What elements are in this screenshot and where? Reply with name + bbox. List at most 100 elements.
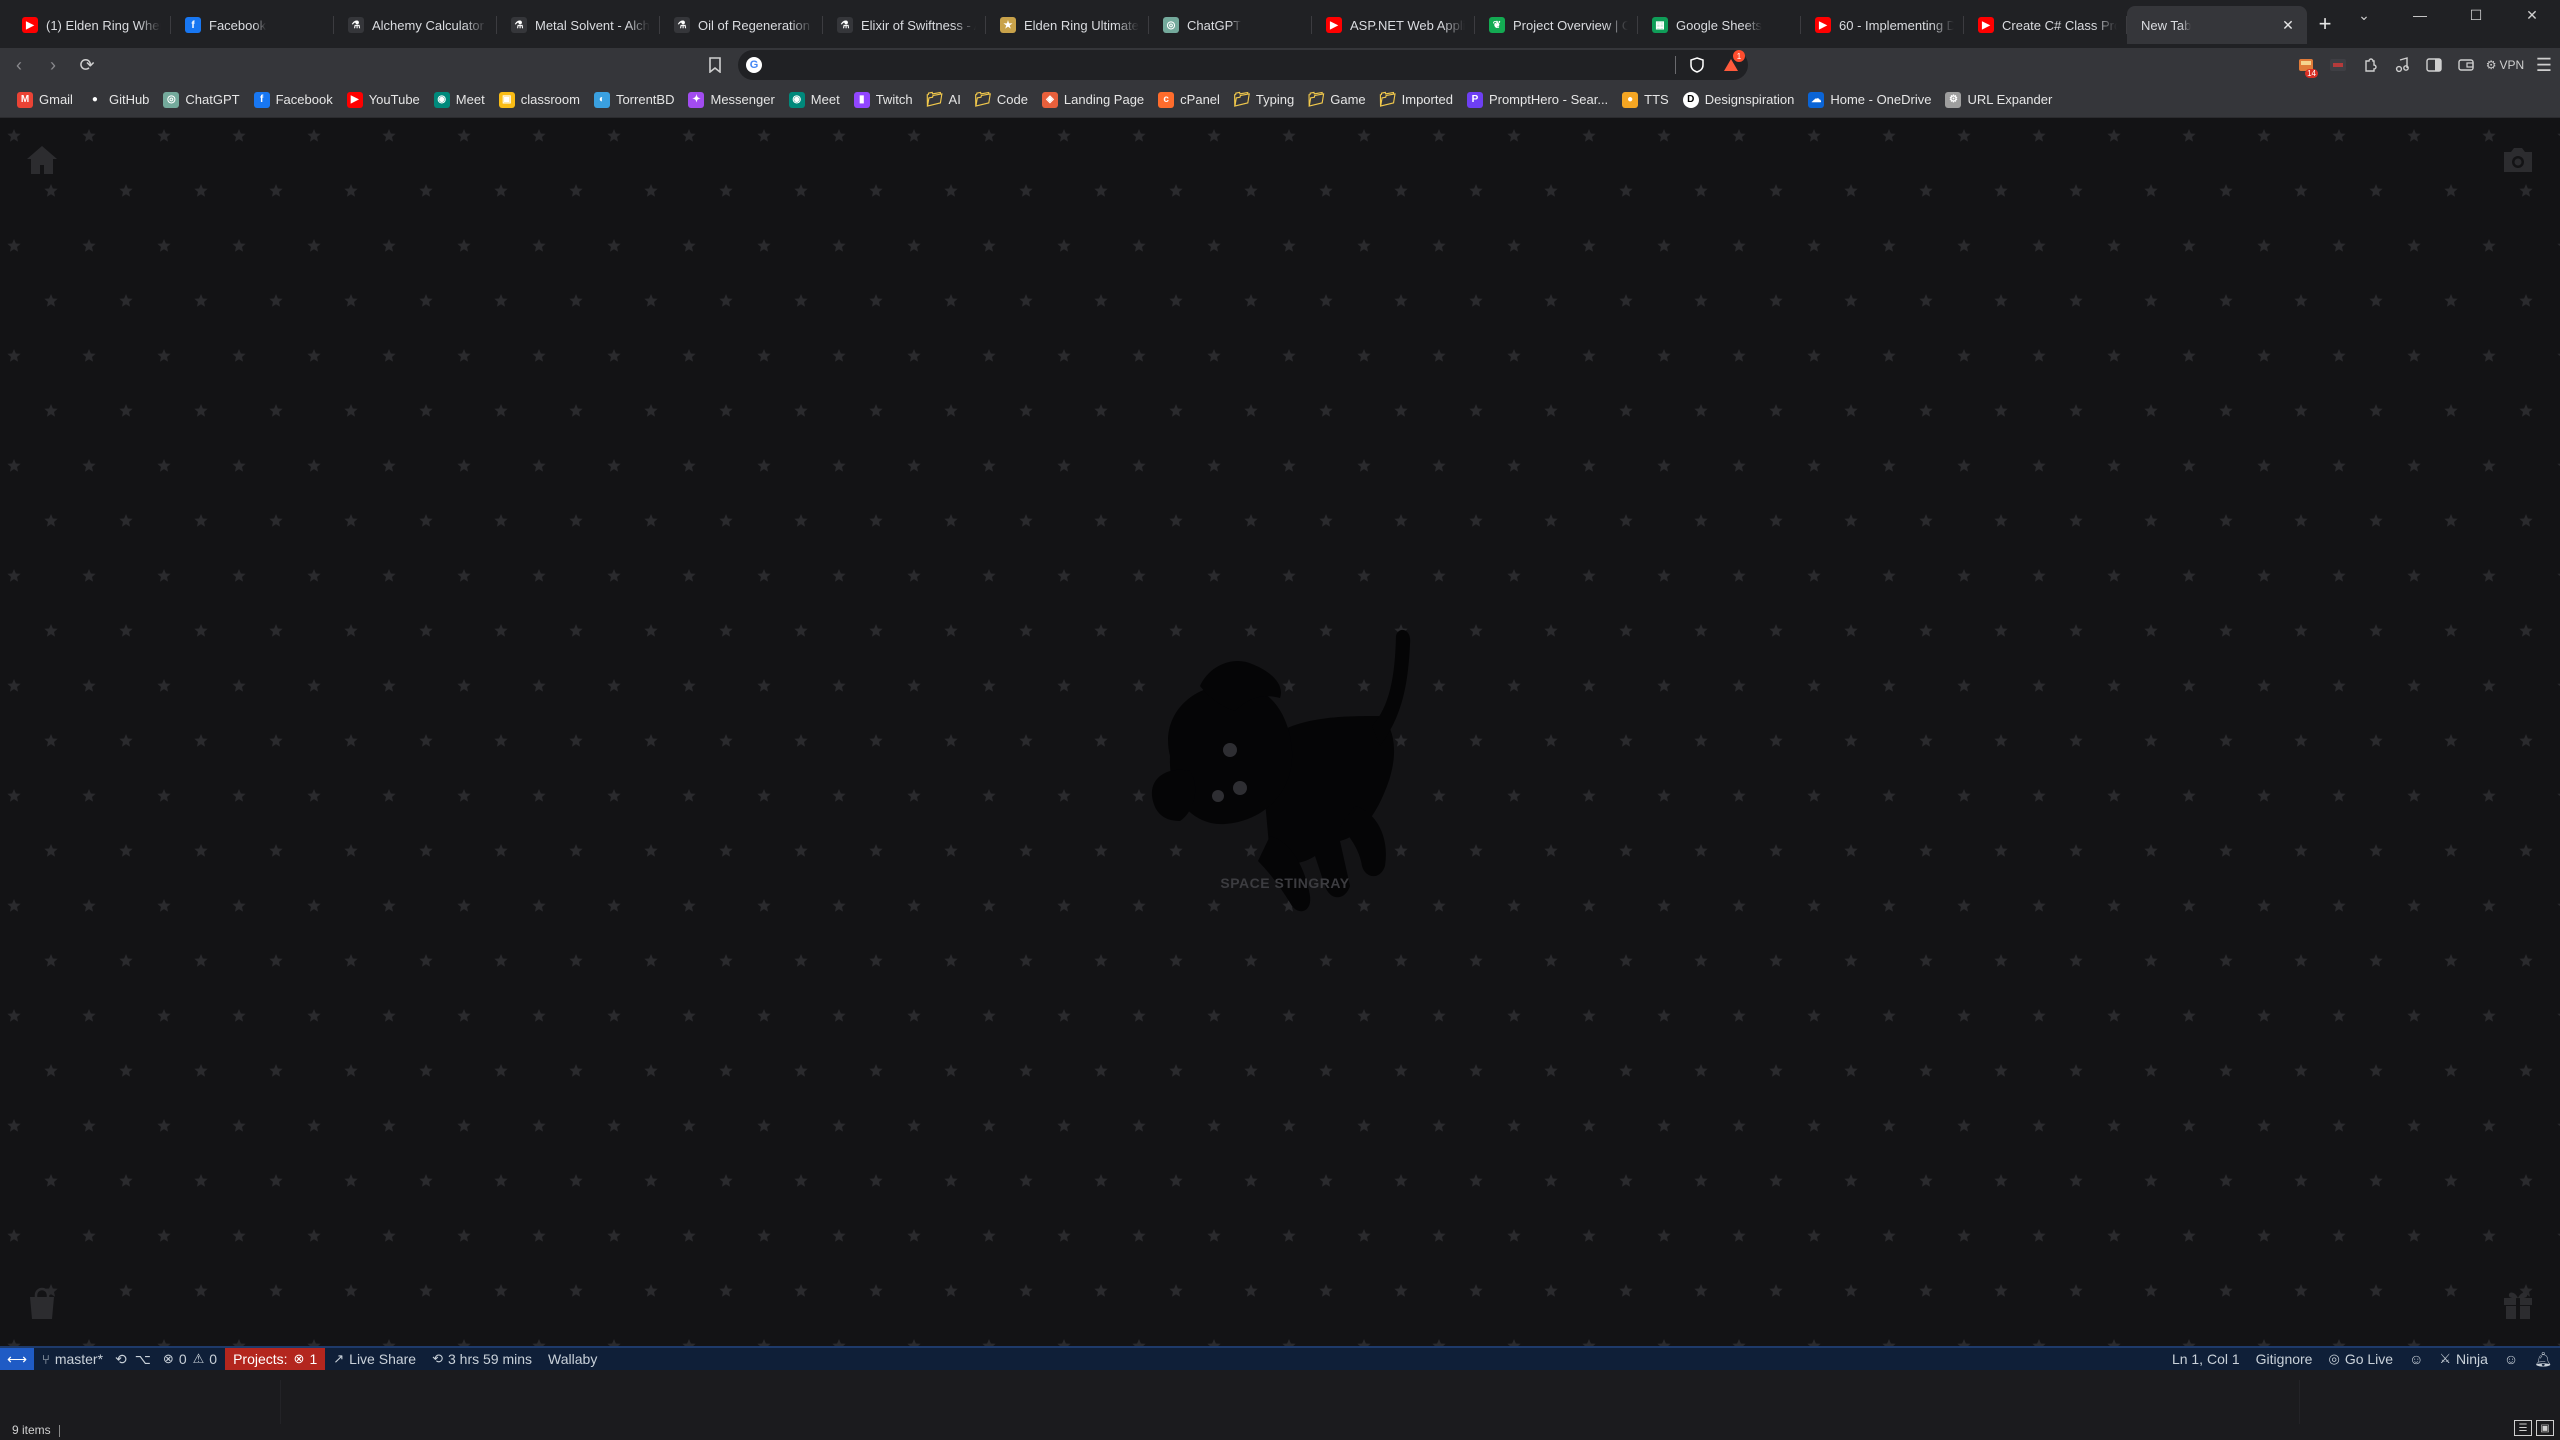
gitignore-button[interactable]: Gitignore bbox=[2248, 1348, 2321, 1370]
projects-indicator[interactable]: Projects: ⊗ 1 bbox=[225, 1348, 326, 1370]
source-control-icon[interactable]: ⌥ bbox=[131, 1348, 155, 1370]
bookmark-item[interactable]: 📁︎ AI bbox=[920, 87, 968, 113]
background-star bbox=[1844, 184, 1858, 197]
notifications-bell-icon[interactable]: 🔔︎ bbox=[2526, 1348, 2560, 1370]
sidebar-icon[interactable] bbox=[2418, 50, 2450, 80]
background-star bbox=[1432, 789, 1446, 802]
tab[interactable]: f Facebook bbox=[171, 6, 334, 44]
media-controls-icon[interactable] bbox=[2386, 50, 2418, 80]
background-star bbox=[907, 789, 921, 802]
brave-rewards-icon[interactable]: 1 bbox=[1720, 50, 1745, 76]
cursor-position[interactable]: Ln 1, Col 1 bbox=[2164, 1348, 2248, 1370]
tab-active[interactable]: New Tab ✕ bbox=[2127, 6, 2307, 44]
bookmark-item[interactable]: ▣ classroom bbox=[492, 87, 587, 113]
live-share-button[interactable]: ↗ Live Share bbox=[325, 1348, 424, 1370]
feedback-icon[interactable]: ☺ bbox=[2496, 1348, 2526, 1370]
tab[interactable]: ❦ Project Overview | Cle bbox=[1475, 6, 1638, 44]
tab[interactable]: ▦ Google Sheets bbox=[1638, 6, 1801, 44]
address-input[interactable] bbox=[772, 52, 1675, 78]
bookmark-item[interactable]: f Facebook bbox=[247, 87, 340, 113]
git-branch[interactable]: ⑂ master* bbox=[34, 1348, 111, 1370]
background-star bbox=[1582, 459, 1596, 472]
tab[interactable]: ▶ 60 - Implementing DA bbox=[1801, 6, 1964, 44]
bookmark-item[interactable]: ✦ Messenger bbox=[681, 87, 781, 113]
bookmark-item[interactable]: ◈ Landing Page bbox=[1035, 87, 1151, 113]
background-star bbox=[1357, 1009, 1371, 1022]
gift-icon[interactable] bbox=[2496, 1282, 2540, 1326]
bookmark-item[interactable]: ⚙ URL Expander bbox=[1938, 87, 2059, 113]
back-button[interactable]: ‹ bbox=[2, 50, 36, 80]
background-star bbox=[869, 294, 883, 307]
bookmark-item[interactable]: ▮ Twitch bbox=[847, 87, 920, 113]
bookmark-item[interactable]: ☁ Home - OneDrive bbox=[1801, 87, 1938, 113]
background-star bbox=[2107, 1339, 2121, 1346]
bookmark-item[interactable]: ● GitHub bbox=[80, 87, 156, 113]
time-tracker[interactable]: ⟲ 3 hrs 59 mins bbox=[424, 1348, 540, 1370]
tab[interactable]: ▶ ASP.NET Web Applica bbox=[1312, 6, 1475, 44]
bookmark-icon[interactable] bbox=[702, 52, 728, 78]
close-window-button[interactable]: ✕ bbox=[2504, 0, 2560, 30]
close-tab-icon[interactable]: ✕ bbox=[2279, 16, 2297, 34]
maximize-button[interactable]: ☐ bbox=[2448, 0, 2504, 30]
background-star bbox=[682, 789, 696, 802]
shopping-bag-icon[interactable] bbox=[20, 1282, 64, 1326]
brave-shield-icon[interactable] bbox=[1686, 54, 1708, 76]
tab[interactable]: ★ Elden Ring Ultimate C bbox=[986, 6, 1149, 44]
tab[interactable]: ⚗ Metal Solvent - Alche bbox=[497, 6, 660, 44]
background-star bbox=[644, 844, 658, 857]
extension-icon[interactable]: 14 bbox=[2290, 50, 2322, 80]
bookmark-item[interactable]: c cPanel bbox=[1151, 87, 1227, 113]
tab[interactable]: ⚗ Elixir of Swiftness - Al bbox=[823, 6, 986, 44]
wallet-icon[interactable] bbox=[2450, 50, 2482, 80]
bookmark-item[interactable]: ● TTS bbox=[1615, 87, 1676, 113]
sync-icon[interactable]: ⟲ bbox=[111, 1348, 131, 1370]
forward-button[interactable]: › bbox=[36, 50, 70, 80]
tab[interactable]: ▶ Create C# Class Proje bbox=[1964, 6, 2127, 44]
wallaby-button[interactable]: Wallaby bbox=[540, 1348, 605, 1370]
tab[interactable]: ◎ ChatGPT bbox=[1149, 6, 1312, 44]
bookmark-item[interactable]: D Designspiration bbox=[1676, 87, 1802, 113]
extension-tile-icon[interactable] bbox=[2322, 50, 2354, 80]
bookmark-item[interactable]: 📁︎ Imported bbox=[1373, 87, 1460, 113]
ninja-button[interactable]: ⚔ Ninja bbox=[2431, 1348, 2496, 1370]
home-icon[interactable] bbox=[20, 138, 64, 182]
bookmark-item[interactable]: ◐ TorrentBD bbox=[587, 87, 682, 113]
details-view-icon[interactable]: ☰ bbox=[2514, 1420, 2532, 1436]
bookmark-item[interactable]: M Gmail bbox=[10, 87, 80, 113]
bookmark-item[interactable]: ▶ YouTube bbox=[340, 87, 427, 113]
vpn-button[interactable]: ⚙ VPN bbox=[2482, 50, 2528, 80]
go-live-button[interactable]: ◎ Go Live bbox=[2320, 1348, 2401, 1370]
problems-indicator[interactable]: ⊗ 0 ⚠ 0 bbox=[155, 1348, 225, 1370]
background-star bbox=[419, 624, 433, 637]
tab-title: ASP.NET Web Applica bbox=[1350, 17, 1465, 33]
reload-button[interactable]: ⟳ bbox=[70, 50, 104, 80]
tab[interactable]: ⚗ Oil of Regeneration - bbox=[660, 6, 823, 44]
tab[interactable]: ⚗ Alchemy Calculator | b bbox=[334, 6, 497, 44]
background-star bbox=[832, 899, 846, 912]
bookmark-item[interactable]: 📁︎ Code bbox=[968, 87, 1035, 113]
tab-search-dropdown-icon[interactable]: ⌄ bbox=[2336, 0, 2392, 30]
background-star bbox=[1169, 1174, 1183, 1187]
background-star bbox=[1469, 1284, 1483, 1297]
camera-icon[interactable] bbox=[2496, 138, 2540, 182]
background-star bbox=[457, 679, 471, 692]
bookmark-item[interactable]: P PromptHero - Sear... bbox=[1460, 87, 1615, 113]
remote-indicator-icon[interactable]: ⟷ bbox=[0, 1348, 34, 1370]
minimize-button[interactable]: — bbox=[2392, 0, 2448, 30]
background-star bbox=[794, 624, 808, 637]
address-bar[interactable]: G 1 bbox=[738, 50, 1748, 80]
bookmark-item[interactable]: 📁︎ Typing bbox=[1227, 87, 1301, 113]
bookmark-item[interactable]: ◉ Meet bbox=[427, 87, 492, 113]
background-star bbox=[1507, 1009, 1521, 1022]
extensions-puzzle-icon[interactable] bbox=[2354, 50, 2386, 80]
bookmark-item[interactable]: 📁︎ Game bbox=[1301, 87, 1372, 113]
tiles-view-icon[interactable]: ▣ bbox=[2536, 1420, 2554, 1436]
bookmark-item[interactable]: ◉ Meet bbox=[782, 87, 847, 113]
bookmark-item[interactable]: ◎ ChatGPT bbox=[156, 87, 246, 113]
menu-icon[interactable]: ☰ bbox=[2528, 50, 2560, 80]
background-star bbox=[1694, 294, 1708, 307]
copilot-icon[interactable]: ☺ bbox=[2401, 1348, 2431, 1370]
background-star bbox=[2444, 184, 2458, 197]
tab[interactable]: ▶ (1) Elden Ring Where bbox=[8, 6, 171, 44]
background-star bbox=[644, 404, 658, 417]
